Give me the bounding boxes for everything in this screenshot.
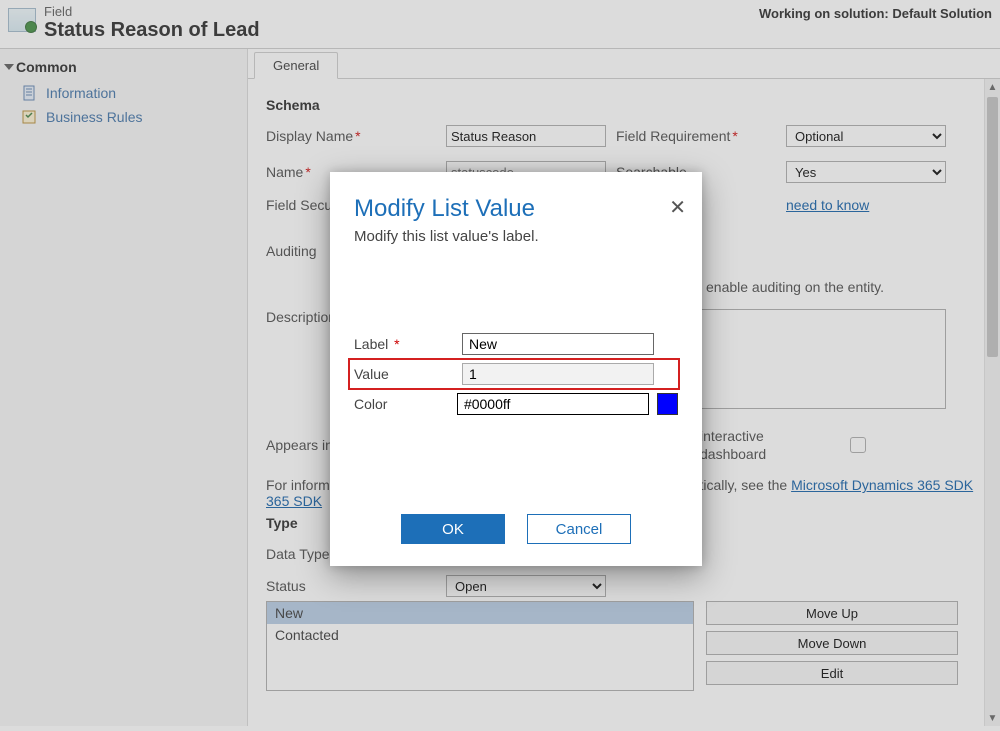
cancel-button[interactable]: Cancel <box>527 514 631 544</box>
input-modal-value[interactable] <box>462 363 654 385</box>
input-modal-label[interactable] <box>462 333 654 355</box>
dialog-title: Modify List Value <box>354 196 678 222</box>
label-modal-label: Label * <box>354 336 462 352</box>
label-modal-value: Value <box>354 366 462 382</box>
label-modal-color: Color <box>354 396 457 412</box>
dialog-buttons: OK Cancel <box>354 514 678 550</box>
dialog-subtitle: Modify this list value's label. <box>354 228 678 245</box>
dialog-form: Label * Value Color <box>354 333 678 423</box>
ok-button[interactable]: OK <box>401 514 505 544</box>
close-icon[interactable]: ✕ <box>669 198 686 218</box>
input-modal-color[interactable] <box>457 393 649 415</box>
modify-list-value-dialog: ✕ Modify List Value Modify this list val… <box>330 172 702 566</box>
color-swatch[interactable] <box>657 393 678 415</box>
